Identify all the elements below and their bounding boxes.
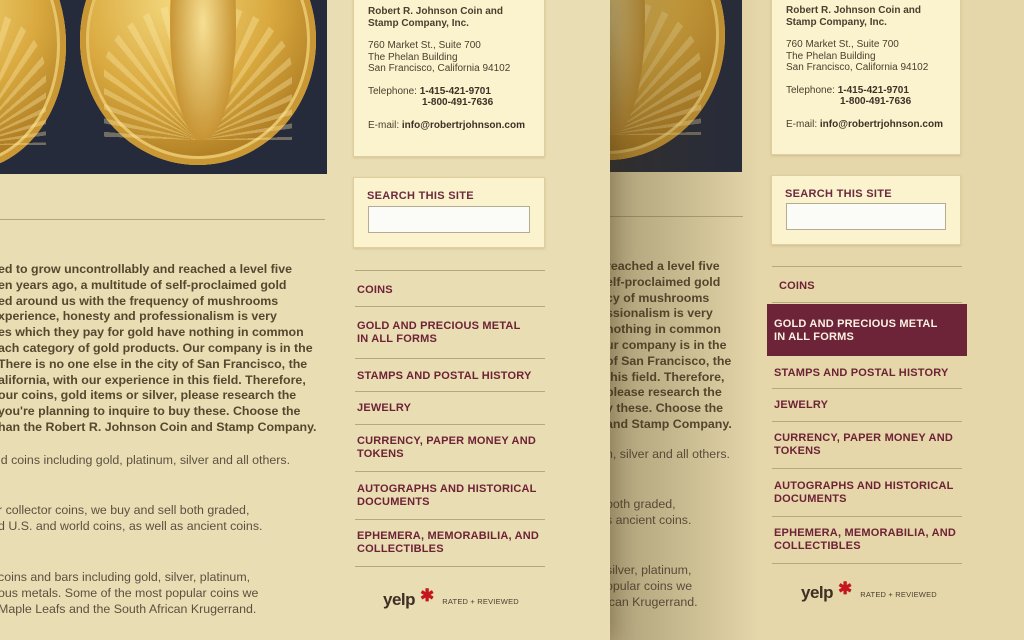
address-line-1: 760 Market St., Suite 700: [368, 40, 481, 51]
collector-coins-paragraph-back: both graded, s ancient coins.: [609, 497, 692, 527]
email-label: E-mail:: [368, 119, 400, 131]
email-link[interactable]: info@robertrjohnson.com: [402, 120, 525, 131]
search-title-back: SEARCH THIS SITE: [785, 188, 892, 200]
phone-1[interactable]: 1-415-421-9701: [420, 86, 491, 97]
yelp-logo: yelp: [383, 590, 416, 609]
search-input[interactable]: [368, 206, 530, 233]
address-line-3: San Francisco, California 94102: [368, 63, 511, 74]
coin-photo: [0, 0, 327, 174]
nav-item-autographs-back[interactable]: AUTOGRAPHS AND HISTORICAL DOCUMENTS: [772, 469, 962, 517]
category-nav-back: COINS GOLD AND PRECIOUS METAL IN ALL FORM…: [767, 266, 967, 564]
bullion-paragraph: coins and bars including gold, silver, p…: [0, 570, 259, 616]
nav-item-gold-active[interactable]: GOLD AND PRECIOUS METAL IN ALL FORMS: [767, 303, 967, 356]
company-name-back: Robert R. Johnson Coin and Stamp Company…: [786, 5, 921, 28]
yelp-burst-icon: ✱: [420, 586, 435, 605]
coin-right-image: [80, 0, 316, 165]
search-card: SEARCH THIS SITE: [353, 177, 545, 248]
nav-item-jewelry[interactable]: JEWELRY: [355, 392, 545, 425]
address-line-2-back: The Phelan Building: [786, 50, 876, 62]
search-title: SEARCH THIS SITE: [367, 190, 474, 202]
address-line-2: The Phelan Building: [368, 51, 458, 63]
nav-item-stamps[interactable]: STAMPS AND POSTAL HISTORY: [355, 359, 545, 392]
nav-item-coins-back[interactable]: COINS: [772, 266, 962, 303]
nav-item-ephemera-back[interactable]: EPHEMERA, MEMORABILIA, AND COLLECTIBLES: [772, 517, 962, 564]
company-name: Robert R. Johnson Coin and Stamp Company…: [368, 6, 503, 29]
coin-back-image: [609, 0, 725, 160]
search-card-back: SEARCH THIS SITE: [771, 175, 961, 245]
yelp-badge[interactable]: yelp ✱ RATED + REVIEWED: [383, 586, 519, 610]
bullion-paragraph-back: silver, platinum, opular coins we ican Kru…: [609, 563, 698, 609]
yelp-tagline: RATED + REVIEWED: [442, 597, 519, 606]
intro-paragraph-back: reached a level five elf-proclaimed gold …: [609, 259, 732, 431]
telephone-label: Telephone:: [368, 85, 417, 97]
content-divider: [0, 219, 325, 220]
nav-item-ephemera[interactable]: EPHEMERA, MEMORABILIA, AND COLLECTIBLES: [355, 520, 545, 567]
yelp-burst-icon-back: ✱: [838, 579, 853, 598]
search-input-back[interactable]: [786, 203, 946, 230]
coins-paragraph-back: n, silver and all others.: [609, 447, 730, 461]
email-label-back: E-mail:: [786, 118, 818, 130]
nav-item-jewelry-back[interactable]: JEWELRY: [772, 389, 962, 422]
yelp-badge-back[interactable]: yelp ✱ RATED + REVIEWED: [801, 579, 937, 603]
nav-item-gold[interactable]: GOLD AND PRECIOUS METAL IN ALL FORMS: [355, 307, 545, 359]
content-divider-back: [609, 216, 743, 217]
nav-item-currency-back[interactable]: CURRENCY, PAPER MONEY AND TOKENS: [772, 422, 962, 469]
phone-1-back[interactable]: 1-415-421-9701: [838, 85, 909, 96]
telephone-label-back: Telephone:: [786, 84, 835, 96]
phone-2[interactable]: 1-800-491-7636: [368, 97, 530, 109]
contact-card: Robert R. Johnson Coin and Stamp Company…: [353, 0, 545, 157]
category-nav: COINS GOLD AND PRECIOUS METAL IN ALL FORM…: [355, 270, 545, 567]
page-front: ed to grow uncontrollably and reached a …: [0, 0, 610, 640]
nav-item-coins[interactable]: COINS: [355, 270, 545, 307]
yelp-tagline-back: RATED + REVIEWED: [860, 590, 937, 599]
nav-item-autographs[interactable]: AUTOGRAPHS AND HISTORICAL DOCUMENTS: [355, 472, 545, 520]
nav-item-stamps-back[interactable]: STAMPS AND POSTAL HISTORY: [772, 356, 962, 389]
address-line-3-back: San Francisco, California 94102: [786, 62, 929, 73]
coins-paragraph: ld coins including gold, platinum, silve…: [0, 453, 291, 467]
page-back: reached a level five elf-proclaimed gold …: [609, 0, 1024, 640]
coin-photo-back: [609, 0, 742, 172]
email-link-back[interactable]: info@robertrjohnson.com: [820, 119, 943, 130]
contact-card-back: Robert R. Johnson Coin and Stamp Company…: [771, 0, 961, 155]
intro-paragraph: ed to grow uncontrollably and reached a …: [0, 262, 317, 434]
coin-left-image: [0, 0, 66, 170]
yelp-logo-back: yelp: [801, 583, 834, 602]
collector-coins-paragraph: r collector coins, we buy and sell both …: [0, 503, 263, 533]
address-line-1-back: 760 Market St., Suite 700: [786, 39, 899, 50]
phone-2-back[interactable]: 1-800-491-7636: [786, 96, 946, 108]
nav-item-currency[interactable]: CURRENCY, PAPER MONEY AND TOKENS: [355, 425, 545, 472]
